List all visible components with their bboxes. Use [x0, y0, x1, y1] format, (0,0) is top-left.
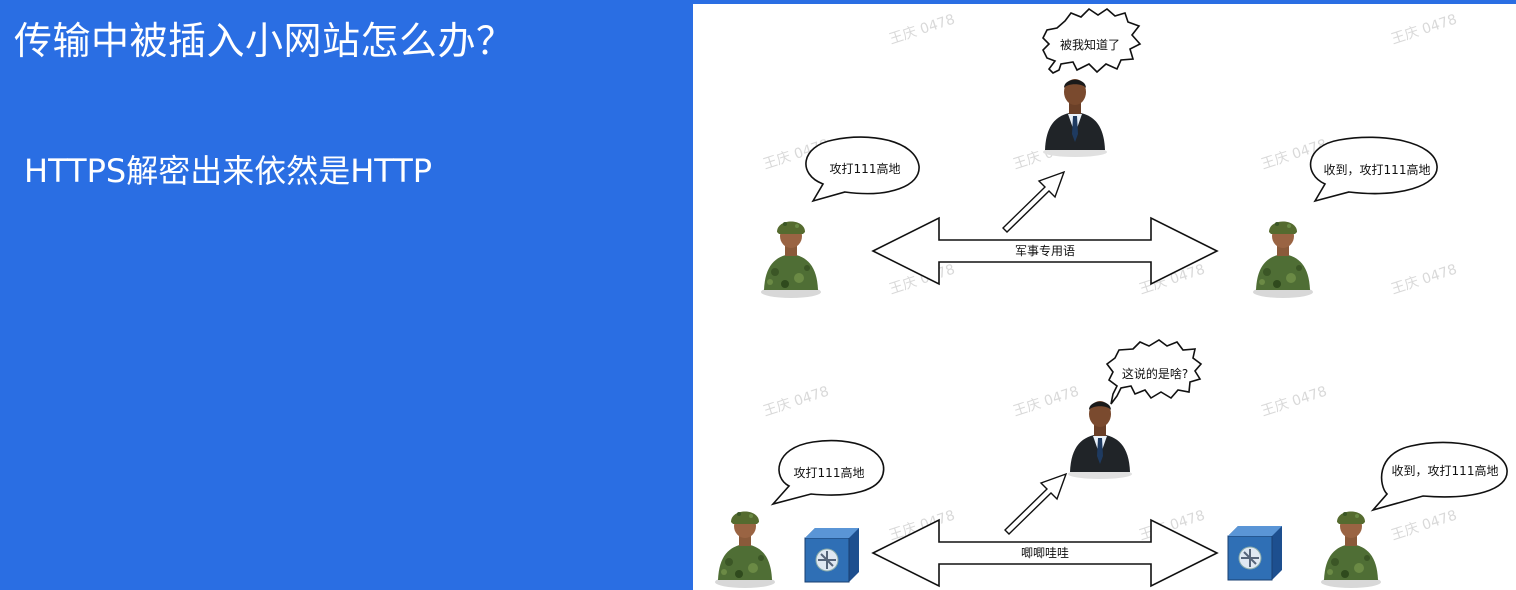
bottom-channel-label: 唧唧哇哇: [1021, 546, 1069, 560]
bottom-spy-speech-bubble: 这说的是啥?: [1105, 339, 1203, 405]
bottom-scenario: 这说的是啥? 攻打111高地 收到，攻打111高地 唧唧哇哇: [715, 339, 1508, 588]
svg-text:王庆 0478: 王庆 0478: [761, 384, 831, 420]
top-sender-soldier: [761, 221, 821, 298]
bottom-sender-speech-text: 攻打111高地: [794, 465, 865, 480]
bottom-receiver-soldier: [1321, 511, 1381, 588]
bottom-sender-speech-bubble: 攻打111高地: [770, 439, 885, 506]
top-spy-speech-text: 被我知道了: [1060, 38, 1120, 52]
bottom-spy-figure: [1068, 401, 1132, 479]
svg-text:王庆 0478: 王庆 0478: [1389, 262, 1459, 298]
slide-subtitle: HTTPS解密出来依然是HTTP: [24, 152, 433, 190]
top-spy-figure: [1043, 79, 1107, 157]
top-spy-speech-bubble: 被我知道了: [1042, 7, 1142, 74]
slide-title: 传输中被插入小网站怎么办？: [14, 19, 515, 63]
top-leak-arrow: [1002, 170, 1066, 233]
bottom-sender-soldier: [715, 511, 775, 588]
top-scenario: 被我知道了 攻打111高地 收到，攻打111高地 军事专用语: [761, 7, 1438, 298]
diagram-panel: 王庆 0478 王庆 0478 王庆 0478 王庆 0478 王庆 0478 …: [693, 4, 1516, 590]
bottom-receiver-speech-text: 收到，攻打111高地: [1392, 463, 1499, 478]
top-channel-label: 军事专用语: [1015, 243, 1075, 258]
bottom-sender-safe: [804, 527, 860, 583]
bottom-leak-arrow: [1004, 472, 1068, 535]
top-sender-speech-bubble: 攻打111高地: [805, 136, 920, 203]
svg-text:王庆 0478: 王庆 0478: [1011, 384, 1081, 420]
bottom-receiver-safe: [1227, 525, 1283, 581]
top-receiver-speech-text: 收到，攻打111高地: [1324, 162, 1431, 177]
bottom-spy-speech-text: 这说的是啥?: [1122, 366, 1188, 381]
bottom-receiver-speech-bubble: 收到，攻打111高地: [1370, 441, 1508, 512]
diagram-canvas: 王庆 0478 王庆 0478 王庆 0478 王庆 0478 王庆 0478 …: [715, 7, 1508, 588]
svg-text:王庆 0478: 王庆 0478: [1259, 384, 1329, 420]
svg-text:王庆 0478: 王庆 0478: [1389, 12, 1459, 48]
svg-text:王庆 0478: 王庆 0478: [887, 12, 957, 48]
top-sender-speech-text: 攻打111高地: [830, 161, 901, 176]
top-receiver-speech-bubble: 收到，攻打111高地: [1309, 136, 1438, 203]
slide: 传输中被插入小网站怎么办？ HTTPS解密出来依然是HTTP 王庆 0478 王…: [0, 0, 1516, 590]
svg-text:王庆 0478: 王庆 0478: [1389, 508, 1459, 544]
top-receiver-soldier: [1253, 221, 1313, 298]
